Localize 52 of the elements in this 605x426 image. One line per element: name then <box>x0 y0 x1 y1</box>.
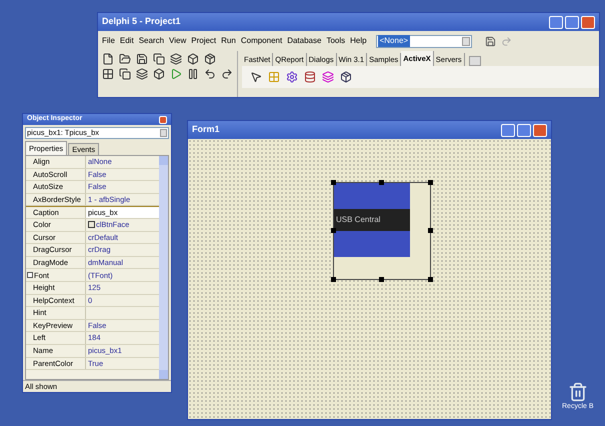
resize-handle[interactable] <box>379 180 384 185</box>
scrollbar[interactable] <box>159 156 168 379</box>
combo-value: <None> <box>378 35 410 47</box>
maximize-button[interactable] <box>565 16 579 28</box>
layers-icon[interactable] <box>136 68 148 80</box>
menu-item[interactable]: Search <box>138 35 164 47</box>
undo-icon[interactable] <box>204 68 216 80</box>
color-swatch-icon <box>88 221 95 228</box>
package-icon[interactable] <box>340 71 352 83</box>
selected-component[interactable]: USB Central <box>333 182 431 280</box>
grid-icon[interactable] <box>102 68 114 80</box>
close-button[interactable] <box>533 124 547 136</box>
resize-handle[interactable] <box>331 228 336 233</box>
redo-icon[interactable] <box>221 68 233 80</box>
resize-handle[interactable] <box>331 180 336 185</box>
save-icon[interactable] <box>136 53 148 65</box>
copy-icon[interactable] <box>119 68 131 80</box>
close-button[interactable] <box>581 16 595 28</box>
menu-item[interactable]: File <box>102 35 115 47</box>
package-icon[interactable] <box>204 53 216 65</box>
window-title: Form1 <box>192 123 220 136</box>
layers-icon[interactable] <box>170 53 182 65</box>
menu-item[interactable]: Edit <box>120 35 134 47</box>
new-file-icon[interactable] <box>102 53 114 65</box>
close-button[interactable] <box>159 116 167 124</box>
desktop-combo[interactable]: <None> <box>376 34 472 48</box>
resize-handle[interactable] <box>379 277 384 282</box>
menu-item[interactable]: Project <box>191 35 216 47</box>
resize-handle[interactable] <box>428 277 433 282</box>
window-title: Delphi 5 - Project1 <box>102 15 181 28</box>
menu-item[interactable]: View <box>169 35 186 47</box>
copy-icon[interactable] <box>153 53 165 65</box>
resize-handle[interactable] <box>428 228 433 233</box>
pause-icon[interactable] <box>187 68 199 80</box>
database-icon[interactable] <box>304 71 316 83</box>
maximize-button[interactable] <box>517 124 531 136</box>
open-folder-icon[interactable] <box>119 53 131 65</box>
menu-item[interactable]: Database <box>287 35 322 47</box>
minimize-button[interactable] <box>549 16 563 28</box>
expand-icon[interactable] <box>27 272 33 278</box>
menu-item[interactable]: Help <box>350 35 367 47</box>
resize-handle[interactable] <box>428 180 433 185</box>
menu-item[interactable]: Tools <box>326 35 346 47</box>
component-caption: USB Central <box>336 214 380 226</box>
resize-handle[interactable] <box>331 277 336 282</box>
minimize-button[interactable] <box>501 124 515 136</box>
save-icon[interactable] <box>484 36 496 46</box>
menu-item[interactable]: Run <box>221 35 236 47</box>
box-icon[interactable] <box>187 53 199 65</box>
menu-item[interactable]: Component <box>240 35 282 47</box>
recycle-bin-icon[interactable] <box>568 382 588 402</box>
pointer-icon[interactable] <box>250 71 262 83</box>
